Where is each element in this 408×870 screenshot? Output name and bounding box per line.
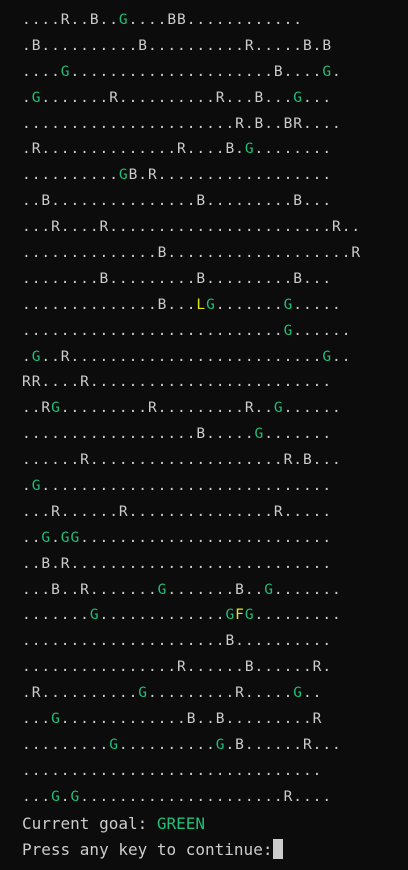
goal-value: GREEN <box>156 813 206 833</box>
terminal-window: ....R..B..G....BB............ .B.........… <box>0 0 408 870</box>
green-cell: G <box>118 167 129 184</box>
board-row: .........G..........G.B......R... <box>22 736 342 753</box>
green-cell: G <box>51 711 61 728</box>
green-cell: G <box>244 607 255 624</box>
green-cell: G <box>264 581 274 598</box>
green-cell: G <box>31 89 42 106</box>
green-cell: G <box>70 529 81 546</box>
board-row: .G..R..........................G.. <box>22 348 352 365</box>
goal-label: Current goal: <box>22 813 157 833</box>
green-cell: G <box>273 400 284 417</box>
board-row: ..............B...LG.......G..... <box>22 296 342 313</box>
game-board: ....R..B..G....BB............ .B.........… <box>22 8 408 811</box>
green-cell: G <box>293 89 303 106</box>
green-cell: G <box>109 736 119 753</box>
green-cell: G <box>31 348 42 365</box>
board-row: ..................B.....G....... <box>22 426 332 443</box>
board-row: ..G.GG.......................... <box>22 529 332 546</box>
board-row: ................R......B......R. <box>22 659 332 676</box>
board-row: .R..........G.........R.....G.. <box>22 685 323 702</box>
board-row: ........B.........B.........B... <box>22 270 332 287</box>
board-row: ......R....................R.B... <box>22 452 342 469</box>
green-cell: G <box>244 141 255 158</box>
green-cell: G <box>41 529 52 546</box>
green-cell: G <box>283 296 294 313</box>
board-row: .G.......R..........R...B...G... <box>22 89 332 106</box>
player-cell: L <box>196 296 207 313</box>
board-row: ...G.............B..B.........R <box>22 711 323 728</box>
board-row: ...G.G.....................R.... <box>22 788 332 805</box>
flag-cell: F <box>235 607 245 624</box>
green-cell: G <box>215 736 226 753</box>
green-cell: G <box>60 63 71 80</box>
board-row: ......................R.B..BR.... <box>22 115 342 132</box>
green-cell: G <box>51 788 61 805</box>
board-row: ..........GB.R.................. <box>22 167 332 184</box>
green-cell: G <box>31 478 42 495</box>
board-row: ............................... <box>22 762 323 779</box>
green-cell: G <box>322 348 332 365</box>
continue-prompt-line[interactable]: Press any key to continue: <box>22 837 408 863</box>
green-cell: G <box>283 322 294 339</box>
board-row: ....R..B..G....BB............ <box>22 12 303 28</box>
board-row: ..............B...................R <box>22 245 362 262</box>
green-cell: G <box>157 581 168 598</box>
green-cell: G <box>70 788 81 805</box>
green-cell: G <box>138 685 148 702</box>
green-cell: G <box>89 607 100 624</box>
board-row: ...B..R.......G.......B..G....... <box>22 581 342 598</box>
green-cell: G <box>225 607 236 624</box>
board-row: .G.............................. <box>22 478 332 495</box>
board-row: ..RG.........R.........R..G...... <box>22 400 342 417</box>
board-row: RR....R......................... <box>22 374 332 391</box>
current-goal-line: Current goal: GREEN <box>22 811 408 837</box>
green-cell: G <box>60 529 71 546</box>
board-row: ....G.....................B....G. <box>22 63 342 80</box>
continue-prompt: Press any key to continue: <box>22 839 273 859</box>
board-row: ...........................G...... <box>22 322 352 339</box>
board-row: .....................B.......... <box>22 633 332 650</box>
board-row: ...R......R...............R..... <box>22 503 332 520</box>
text-cursor[interactable] <box>273 838 284 859</box>
board-row: .B..........B..........R.....B.B <box>22 37 332 54</box>
green-cell: G <box>293 685 303 702</box>
board-row: ..B.R........................... <box>22 555 332 572</box>
green-cell: G <box>322 63 332 80</box>
board-row: .R..............R....B.G........ <box>22 141 332 158</box>
board-row: .......G.............GFG......... <box>22 607 342 624</box>
board-row: ..B...............B.........B... <box>22 193 332 210</box>
board-row: ...R....R.......................R.. <box>22 219 362 236</box>
green-cell: G <box>51 400 61 417</box>
green-cell: G <box>254 426 265 443</box>
green-cell: G <box>118 12 129 28</box>
green-cell: G <box>206 296 216 313</box>
